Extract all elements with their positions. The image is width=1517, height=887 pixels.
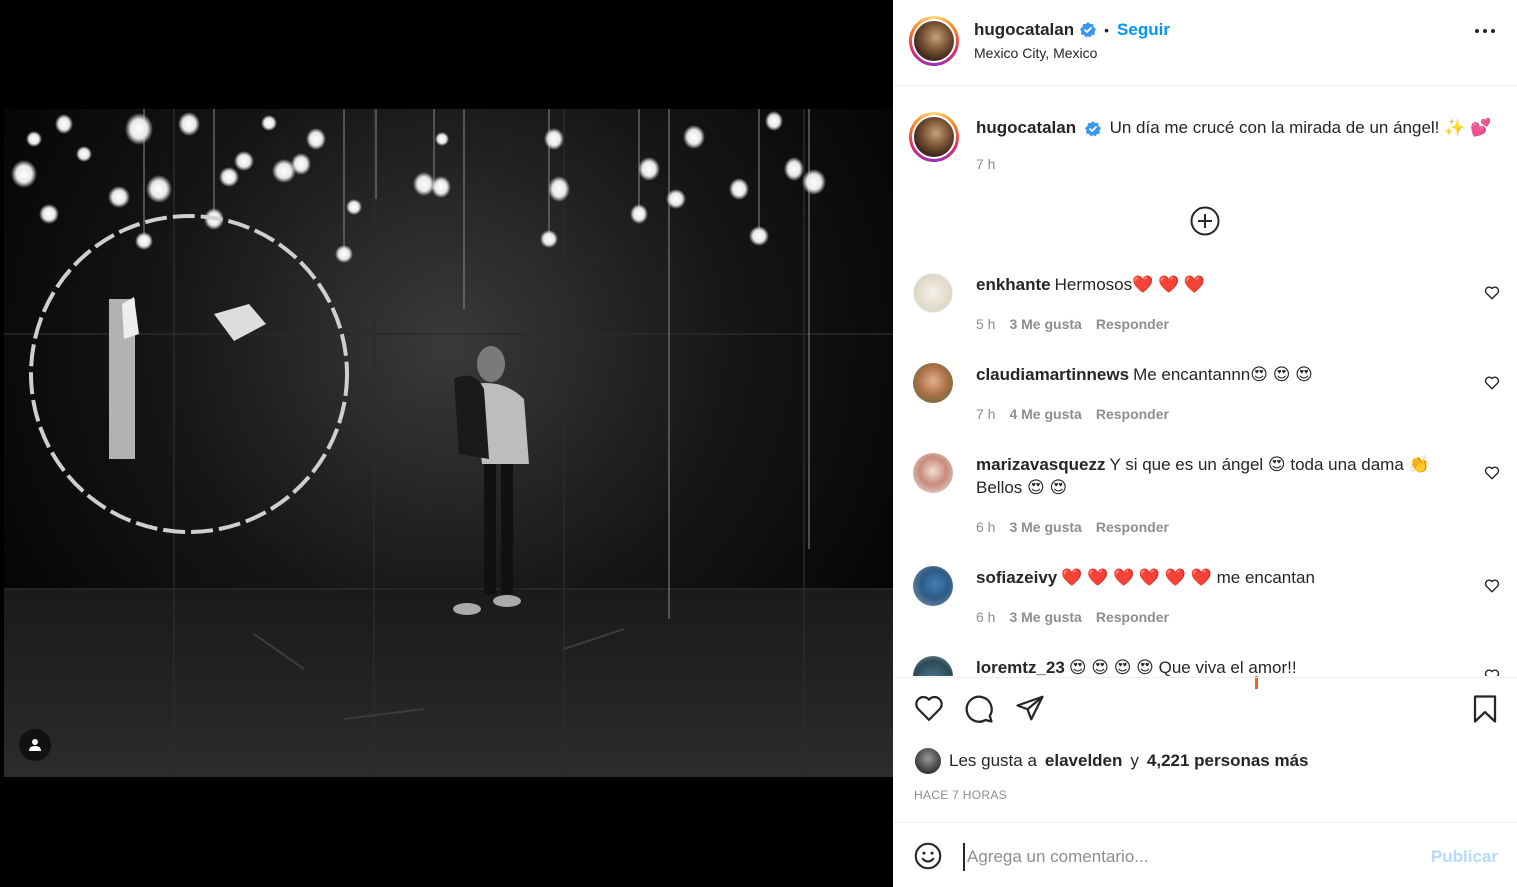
post-header: hugocatalan • Seguir Mexico City, Mexico	[893, 0, 1517, 86]
comment-text: Hermosos❤️ ❤️ ❤️	[1054, 275, 1206, 294]
comment-text-line: loremtz_23 😍 😍 😍 😍 Que viva el amor!!	[976, 656, 1446, 676]
caption-text: Un día me crucé con la mirada de un ánge…	[1109, 118, 1492, 137]
comment-likes[interactable]: 3 Me gusta	[1009, 609, 1081, 625]
post-location[interactable]: Mexico City, Mexico	[974, 45, 1097, 61]
post-actions: Les gusta a elavelden y 4,221 personas m…	[893, 677, 1517, 822]
more-options-icon[interactable]	[1475, 29, 1495, 33]
follow-button[interactable]: Seguir	[1117, 20, 1170, 40]
comment-time[interactable]: 6 h	[976, 519, 995, 535]
tagged-people-button[interactable]	[19, 729, 51, 761]
instagram-post-viewer: hugocatalan • Seguir Mexico City, Mexico…	[0, 0, 1517, 887]
commenter-avatar[interactable]	[913, 273, 953, 313]
commenter-avatar[interactable]	[913, 656, 953, 676]
heart-icon[interactable]	[914, 694, 944, 722]
author-avatar[interactable]	[909, 16, 959, 66]
comment-text-line: enkhante Hermosos❤️ ❤️ ❤️	[976, 273, 1446, 296]
commenter-avatar[interactable]	[913, 453, 953, 493]
commenter-avatar[interactable]	[913, 363, 953, 403]
user-tag-icon	[29, 739, 41, 751]
post-photo[interactable]	[4, 109, 893, 777]
comment-like-heart-icon[interactable]	[1484, 579, 1500, 593]
reply-button[interactable]: Responder	[1096, 406, 1169, 422]
photo-artwork	[4, 109, 893, 777]
liker-username[interactable]: elavelden	[1045, 751, 1123, 771]
reply-button[interactable]: Responder	[1096, 609, 1169, 625]
comment-like-heart-icon[interactable]	[1484, 669, 1500, 676]
comment-like-heart-icon[interactable]	[1484, 286, 1500, 300]
commenter-username[interactable]: sofiazeivy	[976, 568, 1057, 587]
share-paper-plane-icon[interactable]	[1015, 694, 1045, 722]
caption-username[interactable]: hugocatalan	[976, 118, 1076, 137]
comment-time[interactable]: 6 h	[976, 609, 995, 625]
post-timestamp[interactable]: HACE 7 HORAS	[914, 788, 1007, 802]
comment-time[interactable]: 5 h	[976, 316, 995, 332]
comment-like-heart-icon[interactable]	[1484, 466, 1500, 480]
verified-badge-icon	[1084, 120, 1101, 137]
comments-scroll-area[interactable]: hugocatalan Un día me crucé con la mirad…	[893, 86, 1517, 676]
commenter-username[interactable]: enkhante	[976, 275, 1051, 294]
likes-summary: Les gusta a elavelden y 4,221 personas m…	[915, 748, 1309, 774]
comment-meta: 6 h 3 Me gusta Responder	[976, 519, 1169, 535]
comment-text: ❤️ ❤️ ❤️ ❤️ ❤️ ❤️ me encantan	[1061, 568, 1315, 587]
reply-button[interactable]: Responder	[1096, 316, 1169, 332]
comment-likes[interactable]: 3 Me gusta	[1009, 316, 1081, 332]
commenter-username[interactable]: marizavasquezz	[976, 455, 1105, 474]
comment-meta: 6 h 3 Me gusta Responder	[976, 609, 1169, 625]
bookmark-icon[interactable]	[1472, 694, 1498, 724]
comment-text-line: sofiazeivy ❤️ ❤️ ❤️ ❤️ ❤️ ❤️ me encantan	[976, 566, 1446, 589]
likes-others-count[interactable]: 4,221 personas más	[1147, 751, 1309, 771]
author-username[interactable]: hugocatalan	[974, 20, 1074, 40]
reply-button[interactable]: Responder	[1096, 519, 1169, 535]
comment-meta: 7 h 4 Me gusta Responder	[976, 406, 1169, 422]
liker-avatar[interactable]	[915, 748, 941, 774]
author-line: hugocatalan • Seguir	[974, 20, 1170, 40]
comment-meta: 5 h 3 Me gusta Responder	[976, 316, 1169, 332]
commenter-avatar[interactable]	[913, 566, 953, 606]
separator-dot: •	[1104, 22, 1110, 38]
comment-input[interactable]	[963, 843, 1423, 871]
smiley-icon[interactable]	[914, 842, 942, 870]
caption-time[interactable]: 7 h	[976, 156, 995, 172]
comment-likes[interactable]: 4 Me gusta	[1009, 406, 1081, 422]
comment-time[interactable]: 7 h	[976, 406, 995, 422]
likes-conjunction: y	[1130, 751, 1139, 770]
comment-text: Me encantannn😍 😍 😍	[1133, 365, 1313, 384]
comment-icon[interactable]	[964, 694, 994, 724]
comment-text: 😍 😍 😍 😍 Que viva el amor!!	[1068, 658, 1297, 676]
comment-text-line: claudiamartinnews Me encantannn😍 😍 😍	[976, 363, 1446, 386]
post-media-area	[0, 0, 893, 887]
likes-prefix: Les gusta a	[949, 751, 1037, 770]
comment-text-line: marizavasquezz Y si que es un ángel 😍 tod…	[976, 453, 1446, 499]
caption-avatar[interactable]	[909, 112, 959, 162]
publish-button[interactable]: Publicar	[1431, 847, 1498, 867]
comment-likes[interactable]: 3 Me gusta	[1009, 519, 1081, 535]
commenter-username[interactable]: claudiamartinnews	[976, 365, 1129, 384]
comment-composer: Publicar	[893, 822, 1517, 887]
post-side-panel: hugocatalan • Seguir Mexico City, Mexico…	[893, 0, 1517, 887]
caption-text-line: hugocatalan Un día me crucé con la mirad…	[976, 116, 1496, 140]
comment-like-heart-icon[interactable]	[1484, 376, 1500, 390]
verified-badge-icon	[1080, 22, 1097, 38]
plus-circle-icon[interactable]	[1190, 206, 1220, 236]
commenter-username[interactable]: loremtz_23	[976, 658, 1065, 676]
